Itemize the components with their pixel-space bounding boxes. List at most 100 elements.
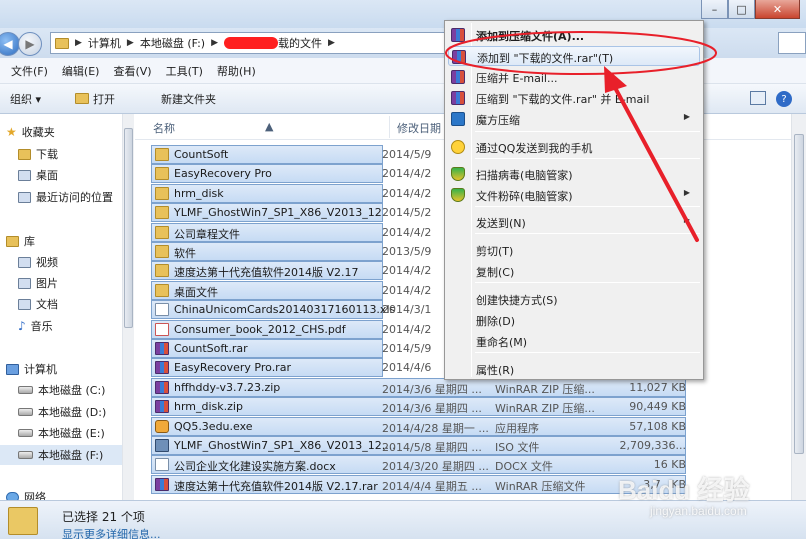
nav-downloads[interactable]: 下载 [18,144,58,164]
file-row[interactable]: CountSoft.rar 2014/5/9 [151,339,431,358]
nav-drive-c[interactable]: 本地磁盘 (C:) [18,380,105,400]
file-row[interactable]: QQ5.3edu.exe 2014/4/28 星期一 ... 应用程序 57,108 … [151,416,686,436]
column-date[interactable]: 修改日期 [397,120,441,136]
maximize-button[interactable]: □ [728,0,755,19]
file-row[interactable]: CountSoft 2014/5/9 [151,145,431,164]
nav-videos[interactable]: 视频 [18,252,58,272]
context-menu-item[interactable]: 创建快捷方式(S) [448,289,700,309]
file-row[interactable]: YLMF_GhostWin7_SP1_X86_V2013_12.... 2014/… [151,436,686,455]
nav-computer[interactable]: 计算机 [6,359,57,379]
library-icon [6,235,19,247]
context-menu-item[interactable]: 删除(D) [448,310,700,330]
organize-label: 组织 ▾ [10,92,42,106]
file-row[interactable]: 速度达第十代充值软件2014版 V2.17.rar 2014/4/4 星期五 ..… [151,474,686,494]
context-menu-item[interactable]: 发送到(N) ▶ [448,212,700,232]
close-button[interactable]: ✕ [755,0,800,19]
file-row[interactable]: hrm_disk 2014/4/2 [151,183,431,203]
nav-music-label: 音乐 [30,320,53,333]
file-date: 2013/5/9 [382,245,432,258]
file-row[interactable]: EasyRecovery Pro.rar 2014/4/6 [151,358,431,378]
file-name: 桌面文件 [174,285,218,299]
organize-button[interactable]: 组织 ▾ [4,89,47,109]
file-name: YLMF_GhostWin7_SP1_X86_V2013_12.... [174,439,396,452]
nav-desktop[interactable]: 桌面 [18,165,58,185]
file-row[interactable]: YLMF_GhostWin7_SP1_X86_V2013_12 2014/5/2 [151,203,431,223]
nav-drive-f[interactable]: 本地磁盘 (F:) [0,445,122,465]
new-folder-button[interactable]: 新建文件夹 [155,89,222,109]
nav-drive-e[interactable]: 本地磁盘 (E:) [18,423,105,443]
context-menu-item[interactable]: 属性(R) [448,359,700,379]
help-icon[interactable]: ? [776,91,792,107]
file-type: DOCX 文件 [495,460,553,474]
file-row[interactable]: 公司企业文化建设实施方案.docx 2014/3/20 星期四 ... DOCX 文… [151,455,686,475]
scrollbar-thumb[interactable] [794,134,804,454]
context-menu-item[interactable]: 通过QQ发送到我的手机 [448,137,700,157]
context-menu-item[interactable]: 压缩到 "下载的文件.rar" 并 E-mail [448,88,700,108]
menu-tools[interactable]: 工具(T) [159,63,210,79]
nav-favorites-label: 收藏夹 [21,126,55,139]
file-list-scrollbar[interactable] [791,114,806,500]
context-menu-item[interactable]: 添加到 "下载的文件.rar"(T) [448,46,700,66]
breadcrumb-arrow-icon[interactable]: ▶ [127,38,134,48]
column-divider[interactable] [389,116,390,138]
context-menu-item[interactable]: 添加到压缩文件(A)... [448,25,700,45]
file-row[interactable]: 公司章程文件 2014/4/2 [151,222,431,242]
minimize-button[interactable]: – [701,0,728,19]
file-row[interactable]: 速度达第十代充值软件2014版 V2.17 2014/4/2 [151,261,431,281]
rar-menu-icon [451,91,465,105]
context-menu-item[interactable]: 压缩并 E-mail... [448,67,700,87]
menu-edit[interactable]: 编辑(E) [55,63,107,79]
breadcrumb-current-folder[interactable]: 载的文件 [278,35,322,51]
redaction-mark [224,37,279,49]
breadcrumb-computer[interactable]: 计算机 [88,35,121,51]
context-menu-item[interactable]: 剪切(T) [448,240,700,260]
breadcrumb-arrow-icon[interactable]: ▶ [328,38,335,48]
menu-view[interactable]: 查看(V) [106,63,158,79]
nav-drive-d[interactable]: 本地磁盘 (D:) [18,402,106,422]
breadcrumb-arrow-icon[interactable]: ▶ [211,38,218,48]
file-row[interactable]: hrm_disk.zip 2014/3/6 星期四 ... WinRAR ZIP 压… [151,397,686,417]
file-row[interactable]: EasyRecovery Pro 2014/4/2 [151,164,431,184]
file-row[interactable]: ChinaUnicomCards20140317160113.xls 2014/3… [151,300,431,320]
menu-help[interactable]: 帮助(H) [210,63,263,79]
forward-button[interactable]: ▶ [18,32,42,56]
file-row[interactable]: Consumer_book_2012_CHS.pdf 2014/4/2 [151,319,431,339]
file-name: CountSoft [174,148,229,161]
menu-separator [475,352,700,353]
column-name[interactable]: 名称 [153,120,175,136]
show-more-details-link[interactable]: 显示更多详细信息... [62,526,161,539]
file-row[interactable]: 软件 2013/5/9 [151,242,431,261]
file-row[interactable]: 桌面文件 2014/4/2 [151,280,431,300]
file-row[interactable]: hffhddy-v3.7.23.zip 2014/3/6 星期四 ... WinRA… [151,377,686,397]
nav-pictures[interactable]: 图片 [18,273,58,293]
open-button[interactable]: 打开 [69,89,121,109]
file-size: 2,709,336... [619,439,686,452]
breadcrumb-drive-f[interactable]: 本地磁盘 (F:) [140,35,205,51]
nav-music[interactable]: ♪ 音乐 [18,316,53,336]
file-date: 2014/4/2 [382,167,432,181]
context-menu-item[interactable]: 扫描病毒(电脑管家) [448,164,700,184]
address-bar[interactable]: ▶ 计算机 ▶ 本地磁盘 (F:) ▶ 载的文件 ▶ [50,32,470,54]
context-menu-label: 压缩并 E-mail... [476,72,558,85]
preview-pane-icon[interactable] [750,91,766,105]
context-menu-item[interactable]: 复制(C) [448,261,700,281]
back-button[interactable]: ◀ [0,32,20,56]
context-menu-item[interactable]: 重命名(M) [448,331,700,351]
breadcrumb-arrow-icon[interactable]: ▶ [75,38,82,48]
context-menu-item[interactable]: 魔方压缩 ▶ [448,109,700,129]
file-type: WinRAR ZIP 压缩... [495,382,595,396]
file-date: 2014/4/2 [382,225,432,239]
file-date: 2014/5/9 [382,342,432,355]
nav-library[interactable]: 库 [6,231,35,251]
nav-favorites[interactable]: ★ 收藏夹 [6,122,55,142]
menu-file[interactable]: 文件(F) [4,63,55,79]
file-name: EasyRecovery Pro.rar [174,361,291,375]
search-input[interactable] [778,32,806,54]
nav-scrollbar[interactable] [122,114,134,500]
nav-scrollbar-thumb[interactable] [124,128,133,328]
context-menu-item[interactable]: 文件粉碎(电脑管家) ▶ [448,185,700,205]
music-icon: ♪ [18,319,26,333]
nav-recent[interactable]: 最近访问的位置 [18,187,113,207]
nav-documents[interactable]: 文档 [18,294,58,314]
file-date: 2014/4/6 [382,361,432,375]
